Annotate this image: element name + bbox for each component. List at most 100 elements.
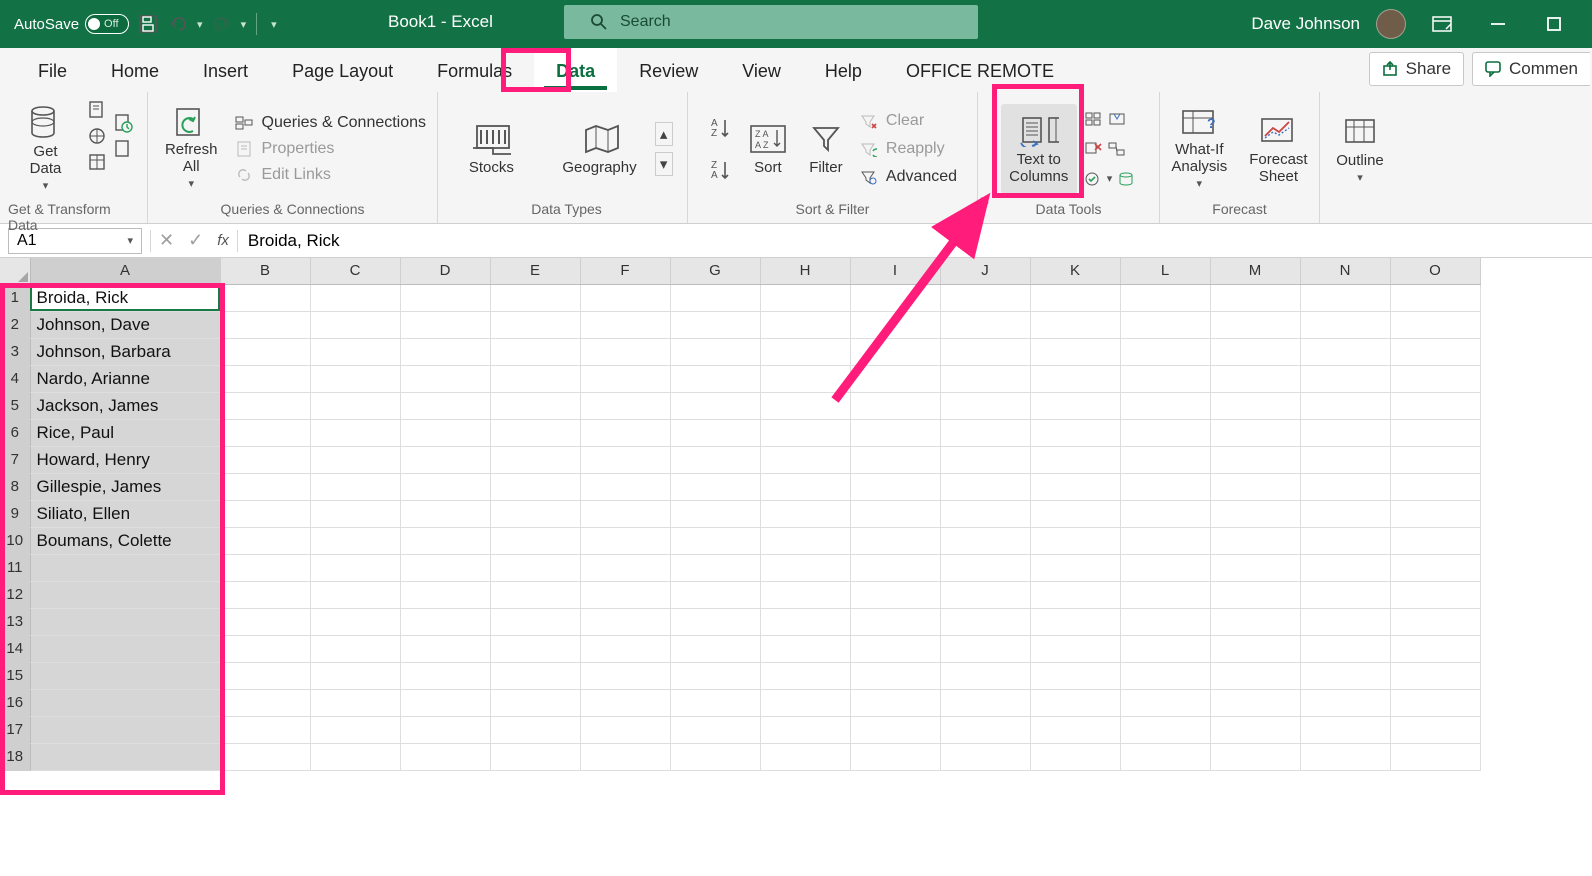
cell-C4[interactable] [310,365,400,392]
cell-B11[interactable] [220,554,310,581]
tab-office-remote[interactable]: OFFICE REMOTE [884,48,1076,92]
row-header[interactable]: 2 [0,311,30,338]
cell-I13[interactable] [850,608,940,635]
cell-B7[interactable] [220,446,310,473]
cell-E5[interactable] [490,392,580,419]
what-if-button[interactable]: ? What-If Analysis ▾ [1165,104,1233,194]
cell-D15[interactable] [400,662,490,689]
cell-M18[interactable] [1210,743,1300,770]
cell-E13[interactable] [490,608,580,635]
from-text-icon[interactable] [87,100,107,120]
row-header[interactable]: 7 [0,446,30,473]
cell-C14[interactable] [310,635,400,662]
cell-J18[interactable] [940,743,1030,770]
cell-B17[interactable] [220,716,310,743]
tab-view[interactable]: View [720,48,803,92]
cell-M2[interactable] [1210,311,1300,338]
outline-button[interactable]: Outline ▾ [1329,104,1391,194]
cell-O3[interactable] [1390,338,1480,365]
cell-E15[interactable] [490,662,580,689]
cell-A10[interactable]: Boumans, Colette [30,527,220,554]
cell-A14[interactable] [30,635,220,662]
cell-G11[interactable] [670,554,760,581]
cell-F1[interactable] [580,284,670,311]
cell-F2[interactable] [580,311,670,338]
cell-H14[interactable] [760,635,850,662]
cell-M8[interactable] [1210,473,1300,500]
cell-H8[interactable] [760,473,850,500]
cell-K5[interactable] [1030,392,1120,419]
cell-I17[interactable] [850,716,940,743]
column-header-A[interactable]: A [30,258,220,284]
cell-K17[interactable] [1030,716,1120,743]
column-header-F[interactable]: F [580,258,670,284]
cell-L15[interactable] [1120,662,1210,689]
cell-G15[interactable] [670,662,760,689]
cell-I2[interactable] [850,311,940,338]
cell-N15[interactable] [1300,662,1390,689]
row-header[interactable]: 10 [0,527,30,554]
cell-C10[interactable] [310,527,400,554]
cell-L4[interactable] [1120,365,1210,392]
cell-B10[interactable] [220,527,310,554]
cell-M16[interactable] [1210,689,1300,716]
row-header[interactable]: 12 [0,581,30,608]
cell-C17[interactable] [310,716,400,743]
cell-H1[interactable] [760,284,850,311]
from-table-icon[interactable] [87,152,107,172]
cell-N2[interactable] [1300,311,1390,338]
cell-H17[interactable] [760,716,850,743]
cell-A4[interactable]: Nardo, Arianne [30,365,220,392]
cell-D1[interactable] [400,284,490,311]
cell-G18[interactable] [670,743,760,770]
cell-J2[interactable] [940,311,1030,338]
cell-E3[interactable] [490,338,580,365]
cell-B2[interactable] [220,311,310,338]
cell-G10[interactable] [670,527,760,554]
cell-E17[interactable] [490,716,580,743]
cell-K18[interactable] [1030,743,1120,770]
cell-M15[interactable] [1210,662,1300,689]
cell-E18[interactable] [490,743,580,770]
cell-O5[interactable] [1390,392,1480,419]
tab-help[interactable]: Help [803,48,884,92]
cell-G4[interactable] [670,365,760,392]
cell-M13[interactable] [1210,608,1300,635]
cell-F10[interactable] [580,527,670,554]
formula-input[interactable]: Broida, Rick [238,231,1592,251]
cell-D9[interactable] [400,500,490,527]
cell-F18[interactable] [580,743,670,770]
cell-G9[interactable] [670,500,760,527]
cell-H3[interactable] [760,338,850,365]
row-header[interactable]: 17 [0,716,30,743]
cell-K8[interactable] [1030,473,1120,500]
cell-N1[interactable] [1300,284,1390,311]
cell-B15[interactable] [220,662,310,689]
cell-O15[interactable] [1390,662,1480,689]
cell-C13[interactable] [310,608,400,635]
cell-B9[interactable] [220,500,310,527]
cell-O1[interactable] [1390,284,1480,311]
cell-C15[interactable] [310,662,400,689]
cell-H18[interactable] [760,743,850,770]
cell-F8[interactable] [580,473,670,500]
cell-G3[interactable] [670,338,760,365]
row-header[interactable]: 13 [0,608,30,635]
cell-N18[interactable] [1300,743,1390,770]
cell-E7[interactable] [490,446,580,473]
relationships-icon[interactable] [1107,139,1127,159]
cell-E1[interactable] [490,284,580,311]
cell-A3[interactable]: Johnson, Barbara [30,338,220,365]
column-header-D[interactable]: D [400,258,490,284]
undo-icon[interactable] [167,13,189,35]
cell-B18[interactable] [220,743,310,770]
stocks-button[interactable]: Stocks [460,104,522,194]
cell-D6[interactable] [400,419,490,446]
cell-A7[interactable]: Howard, Henry [30,446,220,473]
cell-O13[interactable] [1390,608,1480,635]
cell-F13[interactable] [580,608,670,635]
maximize-icon[interactable] [1534,16,1574,32]
cell-D14[interactable] [400,635,490,662]
cell-M11[interactable] [1210,554,1300,581]
cell-C2[interactable] [310,311,400,338]
